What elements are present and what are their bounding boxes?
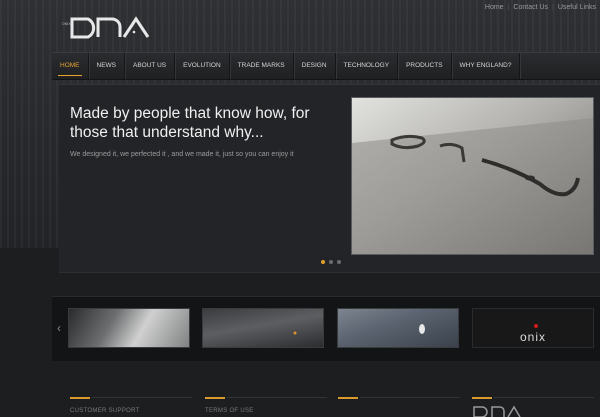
footer-rule <box>360 397 460 398</box>
thumbnail-3[interactable] <box>337 308 459 348</box>
hero-panel: Made by people that know how, for those … <box>59 84 600 273</box>
footer-accent <box>338 397 358 399</box>
nav-home[interactable]: HOME <box>52 53 89 79</box>
nav-news[interactable]: NEWS <box>89 53 125 79</box>
nav-design[interactable]: DESIGN <box>294 53 336 79</box>
nav-evolution[interactable]: EVOLUTION <box>175 53 230 79</box>
util-link-useful[interactable]: Useful Links <box>554 4 600 11</box>
footer-rule <box>494 397 594 398</box>
onix-red-dot <box>534 324 538 328</box>
nav-technology[interactable]: TECHNOLOGY <box>336 53 399 79</box>
thumbnail-1[interactable] <box>68 308 190 348</box>
footer-rule <box>92 397 192 398</box>
nav-why-england[interactable]: WHY ENGLAND? <box>452 53 521 79</box>
engraved-logo-image <box>352 98 593 254</box>
footer-customer-support[interactable]: CUSTOMER SUPPORT <box>70 408 140 414</box>
slide-dot[interactable] <box>337 260 341 264</box>
hero-image <box>351 97 594 255</box>
thumbnail-onix[interactable]: onix <box>472 308 594 348</box>
util-link-home[interactable]: Home <box>481 4 508 11</box>
dna-logo[interactable]: ONIX <box>62 15 162 39</box>
footer-accent <box>70 397 90 399</box>
slide-dots <box>321 260 341 264</box>
footer-terms-of-use[interactable]: TERMS OF USE <box>205 408 254 414</box>
util-link-contact[interactable]: Contact Us <box>509 4 552 11</box>
footer-rule <box>227 397 327 398</box>
logo-small-text: ONIX <box>62 22 71 26</box>
hero-subtitle: We designed it, we perfected it , and we… <box>70 151 294 158</box>
nav-trade-marks[interactable]: TRADE MARKS <box>230 53 294 79</box>
thumbnail-2[interactable] <box>202 308 324 348</box>
onix-label: onix <box>519 330 546 344</box>
thumbnail-carousel: ‹ onix <box>52 296 600 361</box>
footer-dna-logo <box>473 405 521 417</box>
utility-links: Home | Contact Us | Useful Links <box>481 4 600 11</box>
slide-dot[interactable] <box>321 260 325 264</box>
hero-title: Made by people that know how, for those … <box>70 105 310 141</box>
footer-accent <box>472 397 492 399</box>
divider <box>59 272 600 273</box>
nav-products[interactable]: PRODUCTS <box>398 53 452 79</box>
main-nav: HOME NEWS ABOUT US EVOLUTION TRADE MARKS… <box>52 52 600 80</box>
slide-dot[interactable] <box>329 260 333 264</box>
nav-about-us[interactable]: ABOUT US <box>125 53 176 79</box>
footer-accent <box>205 397 225 399</box>
thumbnail-3-art <box>419 324 425 334</box>
thumbnail-2-art <box>293 331 297 335</box>
chevron-left-icon[interactable]: ‹ <box>54 319 64 337</box>
